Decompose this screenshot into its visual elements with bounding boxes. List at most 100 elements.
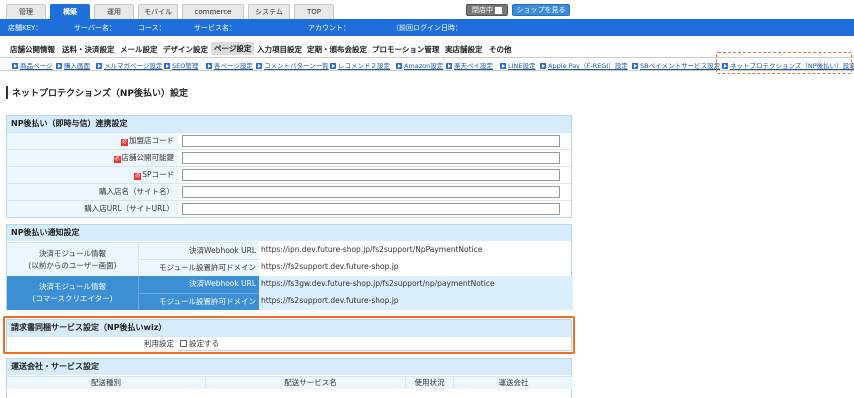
- menu-item-promotion[interactable]: プロモーション管理: [372, 44, 439, 55]
- required-icon: 必: [113, 156, 121, 163]
- public-key-input[interactable]: [182, 152, 560, 164]
- service-label: サービス名：: [194, 24, 236, 32]
- form-row: 必店舗公開可能鍵: [7, 149, 571, 166]
- menu-item-design[interactable]: デザイン設定: [163, 44, 208, 55]
- sp-code-label: SPコード: [142, 170, 174, 179]
- menu-item-physical-store[interactable]: 実店舗設定: [445, 44, 483, 55]
- sub-item-amazon[interactable]: Amazon設定: [396, 60, 443, 70]
- store-closed-label: 閉店中: [472, 6, 493, 14]
- sub-item-purchase-screen[interactable]: 購入画面: [56, 60, 90, 70]
- legacy-module-label-line1: 決済モジュール情報: [39, 249, 106, 258]
- menu-item-page-settings[interactable]: ページ設定: [211, 42, 255, 55]
- cc-webhook-label: 決済Webhook URL: [138, 276, 259, 293]
- required-icon: 必: [134, 173, 142, 180]
- view-shop-label: ショップを見る: [516, 6, 566, 14]
- tab-system[interactable]: システム: [248, 4, 290, 19]
- sub-item-rakuten-pay[interactable]: 楽天ペイ設定: [446, 60, 493, 70]
- field-label: 必 SPコード: [7, 167, 178, 183]
- closed-status-icon: [495, 6, 502, 14]
- arrow-icon: [540, 63, 546, 69]
- sub-item-recommend2[interactable]: レコメンド２設定: [330, 60, 390, 70]
- tab-top[interactable]: TOP: [294, 4, 334, 19]
- current-page-highlight: [716, 52, 852, 74]
- cc-webhook-url: https://fs3gw.dev.future-shop.jp/fs2supp…: [261, 279, 495, 288]
- tab-management[interactable]: 管理: [6, 4, 46, 19]
- arrow-icon: [206, 63, 212, 69]
- merchant-code-label: 加盟店コード: [129, 136, 174, 145]
- arrow-icon: [96, 63, 102, 69]
- legacy-webhook-label: 決済Webhook URL: [138, 242, 259, 259]
- cc-module-label-line1: 決済モジュール情報: [39, 282, 106, 291]
- menu-item-other[interactable]: その他: [489, 44, 512, 55]
- sub-item-line[interactable]: LINE設定: [500, 60, 536, 70]
- np-notification-section: NP後払い通知設定 決済モジュール情報 (以前からのユーザー画面) 決済Webh…: [6, 224, 573, 310]
- sub-item-apple-pay[interactable]: Apple Pay（F-REGI）設定: [540, 60, 628, 70]
- sub-item-each-page[interactable]: 各ページ設定: [206, 60, 253, 70]
- shop-name-label: 購入店名（サイト名）: [7, 184, 178, 200]
- store-closed-button[interactable]: 閉店中: [466, 4, 508, 16]
- page-title: ネットプロテクションズ（NP後払い）設定: [6, 86, 188, 99]
- sub-item-product-page[interactable]: 商品ページ: [12, 60, 52, 70]
- arrow-icon: [256, 63, 262, 69]
- course-label: コース：: [138, 24, 166, 32]
- tab-commerce-creator[interactable]: commerce creator: [182, 4, 244, 30]
- arrow-icon: [330, 63, 336, 69]
- col-service-name: 配送サービス名: [205, 377, 415, 389]
- sub-item-label: Amazon設定: [404, 62, 444, 70]
- legacy-domain-url: https://fs2support.dev.future-shop.jp: [261, 262, 399, 271]
- sub-item-label: レコメンド２設定: [338, 62, 390, 70]
- arrow-icon: [500, 63, 506, 69]
- sub-item-label: 商品ページ: [20, 62, 53, 70]
- menu-item-subscription[interactable]: 定期・頒布会設定: [307, 44, 367, 55]
- menu-item-shipping-payment[interactable]: 送料・決済設定: [62, 44, 115, 55]
- sub-item-newsletter[interactable]: メルマガページ設定: [96, 60, 162, 70]
- legacy-domain-label: モジュール設置許可ドメイン: [138, 259, 259, 276]
- view-shop-button[interactable]: ショップを見る: [512, 4, 570, 16]
- menu-item-input-fields[interactable]: 入力項目設定: [257, 44, 302, 55]
- table-header: 配送種別 配送サービス名 使用状況 運送会社: [7, 376, 573, 389]
- arrow-icon: [56, 63, 62, 69]
- sub-item-label: 購入画面: [64, 62, 90, 70]
- sub-item-sb-payment[interactable]: SBペイメントサービス設定: [632, 60, 720, 70]
- merchant-code-input[interactable]: [182, 135, 560, 147]
- np-integration-section: NP後払い（即時与信）連携設定 必加盟店コード 必店舗公開可能鍵 必 SPコード …: [6, 115, 572, 218]
- last-login-label: （前回ログイン日時：: [392, 24, 462, 32]
- cc-module-label-line2: (コマースクリエイター): [32, 294, 113, 303]
- arrow-icon: [446, 63, 452, 69]
- sub-item-label: SEO管理: [172, 62, 199, 70]
- menu-item-mail[interactable]: メール設定: [120, 44, 158, 55]
- shop-url-input[interactable]: [182, 203, 560, 215]
- public-key-label: 店舗公開可能鍵: [121, 153, 175, 162]
- shop-name-input[interactable]: [182, 186, 560, 198]
- menu-item-store-info[interactable]: 店舗公開情報: [10, 44, 55, 55]
- field-label: 必加盟店コード: [7, 133, 178, 149]
- legacy-module-label-line2: (以前からのユーザー画面): [28, 261, 117, 270]
- highlight-frame: [3, 316, 575, 354]
- cc-domain-url: https://fs2support.dev.future-shop.jp: [261, 296, 399, 305]
- arrow-icon: [12, 63, 18, 69]
- arrow-icon: [632, 63, 638, 69]
- server-label: サーバー名：: [74, 24, 116, 32]
- sub-item-seo[interactable]: SEO管理: [164, 60, 198, 70]
- sub-item-label: メルマガページ設定: [104, 62, 163, 70]
- field-label: 必店舗公開可能鍵: [7, 150, 178, 166]
- sub-item-comment-pattern[interactable]: コメントパターン一覧: [256, 60, 329, 70]
- form-row: 必加盟店コード: [7, 132, 571, 149]
- cc-domain-label: モジュール設置許可ドメイン: [138, 293, 259, 310]
- sp-code-input[interactable]: [182, 169, 560, 181]
- arrow-icon: [396, 63, 402, 69]
- col-usage-status: 使用状況: [405, 377, 453, 389]
- account-info-bar: 店舗KEY： サーバー名： コース： サービス名： アカウント： （前回ログイン…: [0, 19, 854, 36]
- tab-operation[interactable]: 運用: [94, 4, 134, 19]
- legacy-module-group-label: 決済モジュール情報 (以前からのユーザー画面): [7, 242, 138, 276]
- section-title: NP後払い通知設定: [7, 225, 571, 241]
- tab-build[interactable]: 構築: [50, 4, 90, 19]
- shop-key-label: 店舗KEY：: [8, 24, 43, 32]
- sub-item-label: Apple Pay（F-REGI）設定: [548, 62, 628, 70]
- tab-mobile[interactable]: モバイル: [138, 4, 178, 19]
- sub-item-label: SBペイメントサービス設定: [640, 62, 721, 70]
- shop-url-label: 購入店URL（サイトURL）: [7, 201, 178, 217]
- col-delivery-type: 配送種別: [91, 378, 121, 387]
- arrow-icon: [164, 63, 170, 69]
- account-label: アカウント：: [308, 24, 350, 32]
